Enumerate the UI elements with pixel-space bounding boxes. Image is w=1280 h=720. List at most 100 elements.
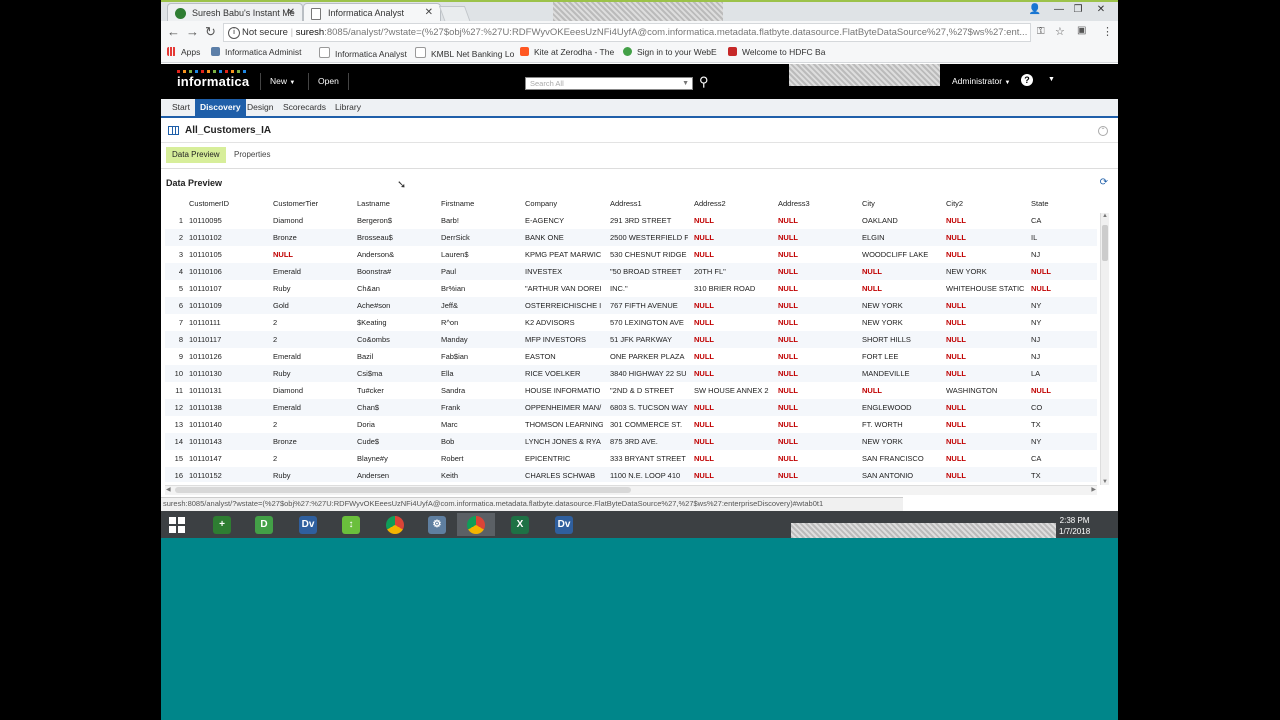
cell[interactable]: 301 COMMERCE ST. (610, 416, 688, 433)
cell[interactable]: INC." (610, 280, 688, 297)
cell[interactable]: 10110117 (189, 331, 265, 348)
cell[interactable]: NULL (946, 246, 1024, 263)
cell[interactable]: R^on (441, 314, 517, 331)
cell[interactable]: 2 (273, 450, 349, 467)
cell[interactable]: NULL (946, 399, 1024, 416)
cell[interactable]: OPPENHEIMER MAN/ (525, 399, 603, 416)
column-header-customerid[interactable]: CustomerID (189, 199, 269, 208)
bookmark-apps[interactable]: Apps (167, 47, 200, 57)
cell[interactable]: NULL (778, 212, 856, 229)
cell[interactable]: 10110107 (189, 280, 265, 297)
taskbar-button[interactable]: + (203, 513, 241, 536)
cell[interactable]: 10110106 (189, 263, 265, 280)
cell[interactable]: EPICENTRIC (525, 450, 603, 467)
cell[interactable]: Robert (441, 450, 517, 467)
cell[interactable]: NULL (862, 280, 940, 297)
table-row[interactable]: 16 10110152 Ruby Andersen Keith CHARLES SCHWA… (165, 467, 1097, 482)
cell[interactable]: NY (1031, 314, 1093, 331)
cell[interactable]: NULL (1031, 280, 1093, 297)
cell[interactable]: 6803 S. TUCSON WAY (610, 399, 688, 416)
table-row[interactable]: 1 10110095 Diamond Bergeron$ Barb! E-AGENCY 29… (165, 212, 1097, 229)
cell[interactable]: Keith (441, 467, 517, 482)
table-row[interactable]: 2 10110102 Bronze Brosseau$ DerrSick BANK ONE… (165, 229, 1097, 246)
cell[interactable]: WASHINGTON (946, 382, 1024, 399)
cell[interactable]: 10110152 (189, 467, 265, 482)
cell[interactable]: NULL (694, 399, 772, 416)
cell[interactable]: Tu#cker (357, 382, 433, 399)
cell[interactable]: NULL (946, 331, 1024, 348)
cell[interactable]: "2ND & D STREET (610, 382, 688, 399)
scroll-up-icon[interactable]: ▲ (1102, 213, 1108, 219)
cell[interactable]: NJ (1031, 246, 1093, 263)
cell[interactable]: 10110138 (189, 399, 265, 416)
restore-button[interactable]: ❐ (1066, 2, 1090, 19)
cell[interactable]: Blayne#y (357, 450, 433, 467)
table-row[interactable]: 9 10110126 Emerald Bazil Fab$ian EASTON ONE PA… (165, 348, 1097, 365)
cell[interactable]: Bronze (273, 229, 349, 246)
bookmark-webex[interactable]: Sign in to your WebE (623, 47, 717, 57)
cell[interactable]: WHITEHOUSE STATIC (946, 280, 1024, 297)
cell[interactable]: Fab$ian (441, 348, 517, 365)
taskbar-button[interactable]: Dv (545, 513, 583, 536)
cell[interactable]: 10110147 (189, 450, 265, 467)
cell[interactable]: K2 ADVISORS (525, 314, 603, 331)
cell[interactable]: 20TH FL" (694, 263, 772, 280)
browser-tab-analyst[interactable]: Informatica Analyst ✕ (303, 3, 441, 23)
cell[interactable]: NULL (946, 297, 1024, 314)
taskbar-button[interactable]: ↕ (332, 513, 370, 536)
column-header-address2[interactable]: Address2 (694, 199, 776, 208)
tab-properties[interactable]: Properties (228, 147, 276, 163)
vertical-scrollbar[interactable]: ▲ ▼ (1100, 213, 1109, 485)
cell[interactable]: THOMSON LEARNING (525, 416, 603, 433)
cell[interactable]: NULL (778, 263, 856, 280)
cell[interactable]: NULL (1031, 382, 1093, 399)
cell[interactable]: 2500 WESTERFIELD F (610, 229, 688, 246)
cell[interactable]: NULL (778, 399, 856, 416)
column-header-address1[interactable]: Address1 (610, 199, 692, 208)
cell[interactable]: 10110126 (189, 348, 265, 365)
taskbar-button[interactable]: X (501, 513, 539, 536)
cell[interactable]: NULL (694, 331, 772, 348)
user-icon[interactable]: 👤 (1023, 2, 1047, 19)
cell[interactable]: NULL (273, 246, 349, 263)
cell[interactable]: NULL (946, 467, 1024, 482)
extension-icon[interactable]: ▣ (1077, 25, 1086, 36)
cell[interactable]: NULL (946, 212, 1024, 229)
search-input[interactable]: Search All ▼ (525, 77, 693, 90)
taskbar-button[interactable]: D (245, 513, 283, 536)
table-row[interactable]: 14 10110143 Bronze Cude$ Bob LYNCH JONES & RY… (165, 433, 1097, 450)
column-header-city[interactable]: City (862, 199, 944, 208)
cell[interactable]: NULL (778, 229, 856, 246)
cell[interactable]: Boonstra# (357, 263, 433, 280)
cell[interactable]: SW HOUSE ANNEX 2 (694, 382, 772, 399)
bookmark-informatica-admin[interactable]: Informatica Administ (211, 47, 302, 57)
cell[interactable]: Bob (441, 433, 517, 450)
cell[interactable]: NULL (778, 314, 856, 331)
column-header-company[interactable]: Company (525, 199, 607, 208)
reload-icon[interactable]: ↻ (205, 24, 216, 40)
cell[interactable]: Ache#son (357, 297, 433, 314)
bookmark-hdfc[interactable]: Welcome to HDFC Ba (728, 47, 825, 57)
cell[interactable]: $Keating (357, 314, 433, 331)
chevron-down-icon[interactable]: ▼ (1048, 76, 1055, 83)
browser-tab-instant[interactable]: Suresh Babu's Instant Me ✕ (167, 3, 303, 23)
cell[interactable]: Andersen (357, 467, 433, 482)
cell[interactable]: NEW YORK (862, 297, 940, 314)
cell[interactable]: 10110143 (189, 433, 265, 450)
cell[interactable]: Diamond (273, 382, 349, 399)
tab-design[interactable]: Design (242, 99, 278, 116)
cell[interactable]: 333 BRYANT STREET (610, 450, 688, 467)
cell[interactable]: NULL (694, 212, 772, 229)
cell[interactable]: BANK ONE (525, 229, 603, 246)
tab-library[interactable]: Library (330, 99, 366, 116)
info-icon[interactable]: i (228, 27, 240, 39)
cell[interactable]: 3840 HIGHWAY 22 SU (610, 365, 688, 382)
cell[interactable]: NEW YORK (862, 314, 940, 331)
cell[interactable]: Ella (441, 365, 517, 382)
search-icon[interactable]: ⚲ (699, 74, 711, 89)
cell[interactable]: 570 LEXINGTON AVE (610, 314, 688, 331)
cell[interactable]: Paul (441, 263, 517, 280)
cell[interactable]: NULL (1031, 263, 1093, 280)
cell[interactable]: "50 BROAD STREET (610, 263, 688, 280)
scroll-thumb[interactable] (175, 487, 631, 493)
